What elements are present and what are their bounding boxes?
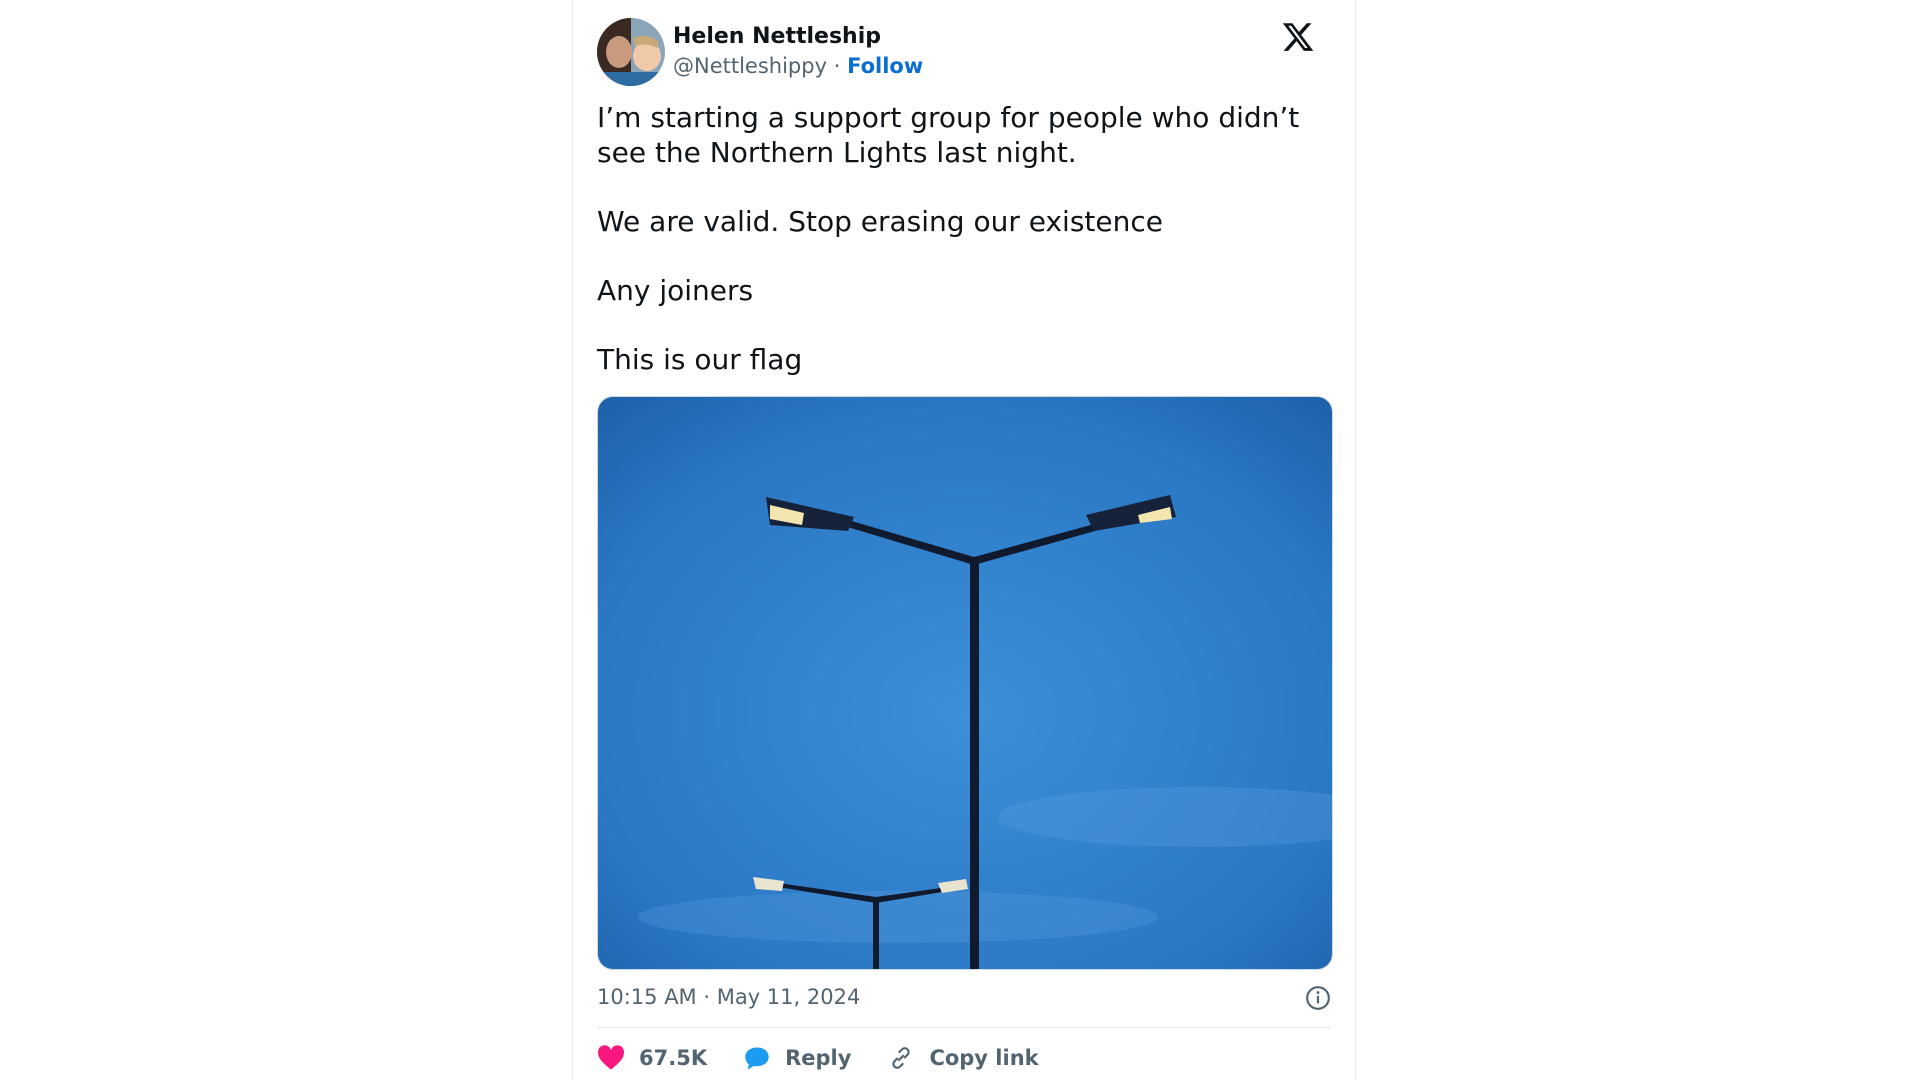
tweet-paragraph: Any joiners	[597, 274, 754, 307]
copy-link-label: Copy link	[929, 1046, 1039, 1070]
author-name[interactable]: Helen Nettleship	[673, 24, 881, 49]
avatar[interactable]	[597, 18, 665, 86]
tweet-header: Helen Nettleship @Nettleshippy · Follow	[597, 18, 1331, 88]
tweet-paragraph: We are valid. Stop erasing our existence	[597, 205, 1163, 238]
info-icon[interactable]	[1305, 985, 1331, 1011]
author-handle[interactable]: @Nettleshippy	[673, 54, 827, 78]
link-icon	[892, 1047, 911, 1069]
tweet-meta: 10:15 AM · May 11, 2024	[597, 985, 1331, 1015]
reply-bubble-icon	[745, 1047, 769, 1070]
reply-label: Reply	[785, 1046, 852, 1070]
like-count: 67.5K	[639, 1046, 708, 1070]
tweet-paragraph: This is our flag	[597, 343, 803, 376]
timestamp[interactable]: 10:15 AM · May 11, 2024	[597, 985, 860, 1009]
separator: ·	[833, 54, 841, 78]
tweet-paragraph: I’m starting a support group for people …	[597, 101, 1300, 169]
tweet-image-streetlights[interactable]	[597, 396, 1333, 970]
heart-icon	[598, 1045, 624, 1070]
follow-button[interactable]: Follow	[847, 54, 923, 78]
tweet-text: I’m starting a support group for people …	[597, 100, 1337, 411]
handle-line: @Nettleshippy · Follow	[673, 54, 923, 78]
x-logo-icon[interactable]	[1281, 20, 1315, 54]
reply-button[interactable]: Reply	[743, 1045, 851, 1071]
like-button[interactable]: 67.5K	[597, 1045, 707, 1071]
copy-link-button[interactable]: Copy link	[887, 1045, 1039, 1071]
tweet-card: Helen Nettleship @Nettleshippy · Follow …	[572, 0, 1356, 1080]
divider	[597, 1027, 1331, 1028]
action-bar: 67.5K Reply Copy link	[597, 1043, 1075, 1073]
